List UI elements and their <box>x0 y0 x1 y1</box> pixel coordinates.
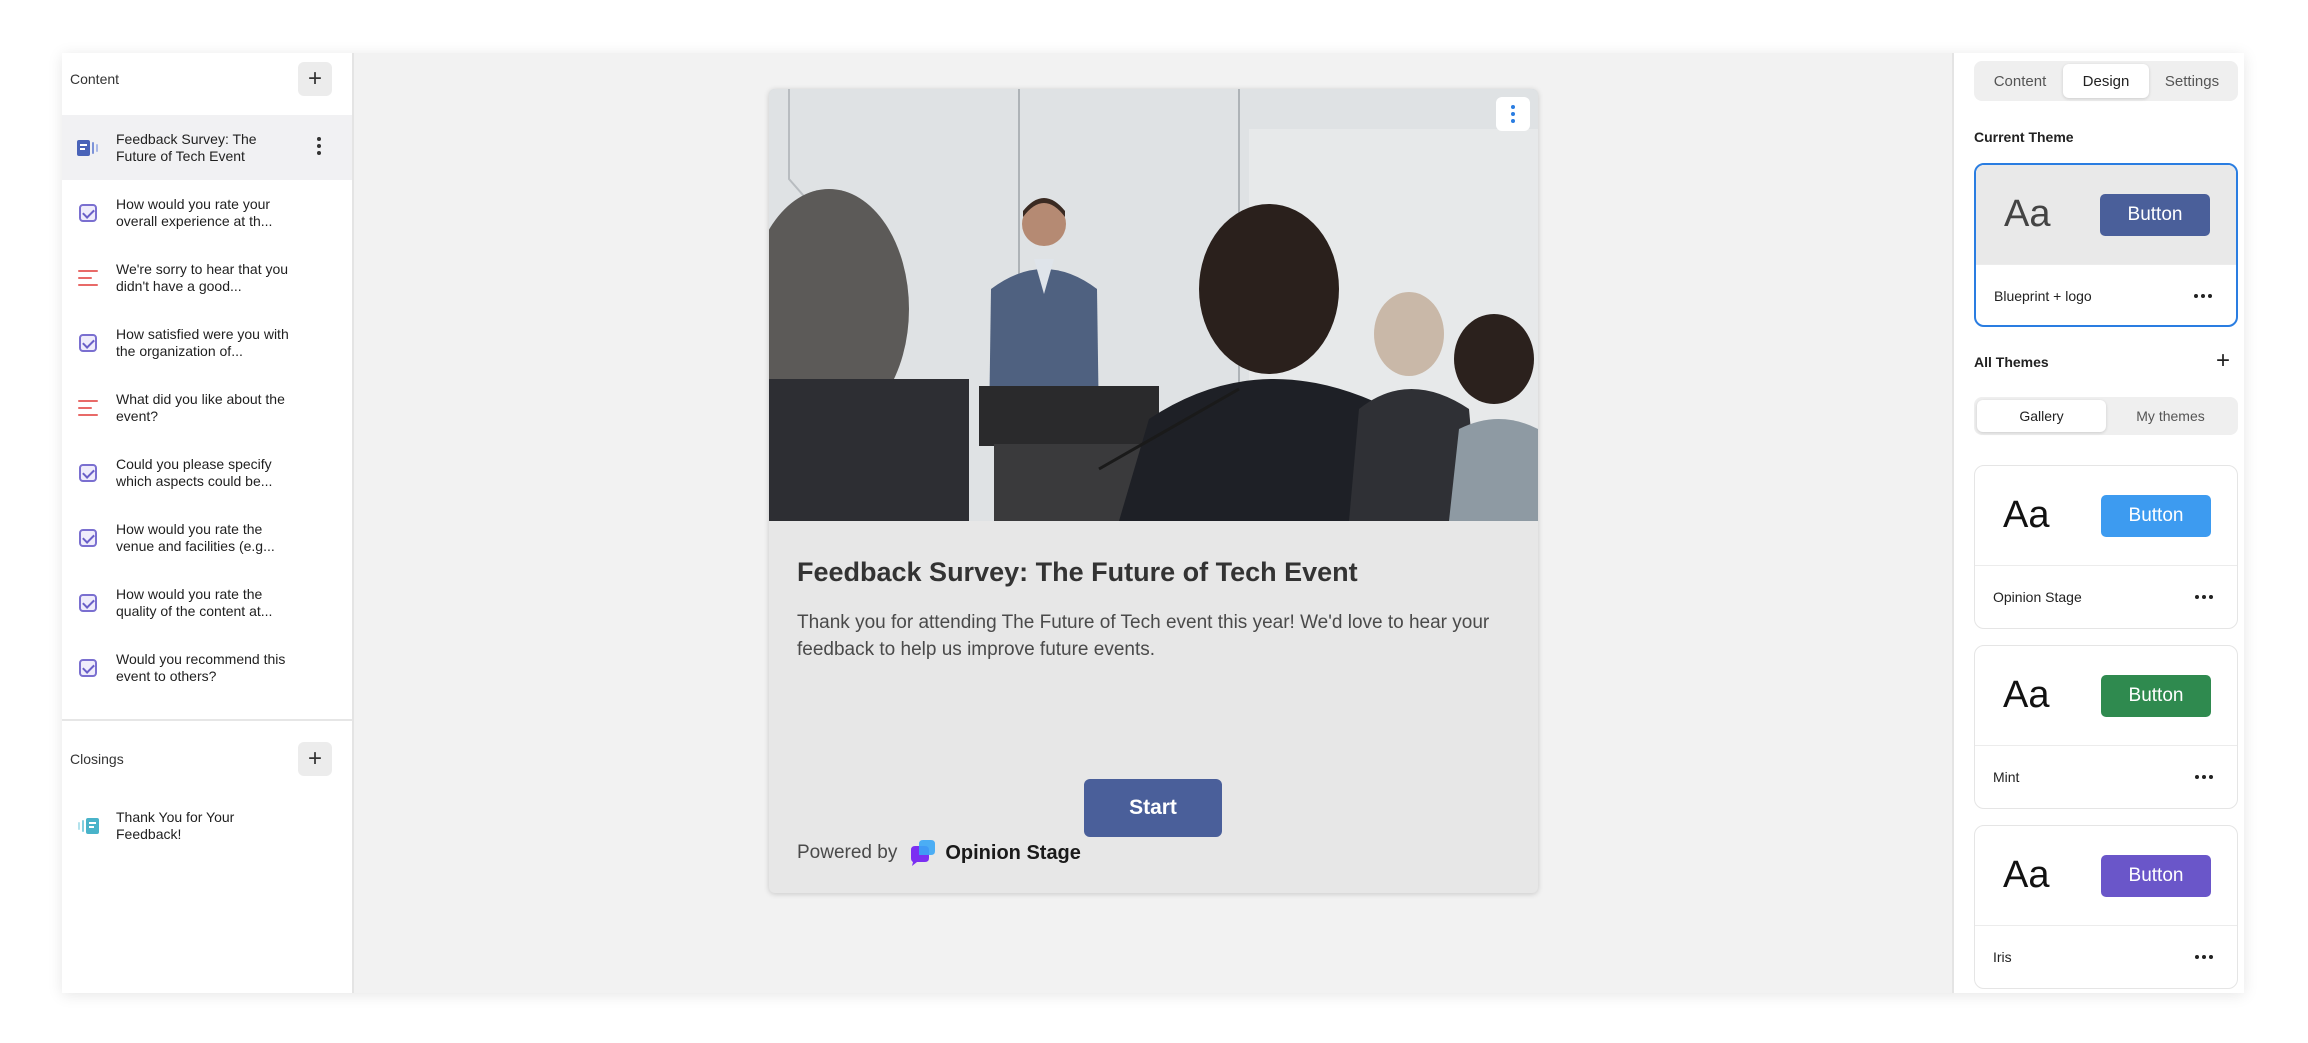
content-item-label: Feedback Survey: The Future of Tech Even… <box>116 130 257 164</box>
checkbox-icon <box>74 199 102 227</box>
checkbox-icon <box>74 654 102 682</box>
content-item-question[interactable]: We're sorry to hear that you didn't have… <box>62 245 352 310</box>
survey-preview-card: Feedback Survey: The Future of Tech Even… <box>769 89 1538 893</box>
content-item-label: What did you like about the event? <box>116 390 285 424</box>
content-item-question[interactable]: How would you rate the quality of the co… <box>62 570 352 635</box>
tab-my-themes[interactable]: My themes <box>2106 400 2235 432</box>
theme-preview: Aa Button <box>1975 646 2237 746</box>
content-item-label: How would you rate your overall experien… <box>116 195 273 229</box>
panel-tabs: Content Design Settings <box>1974 61 2238 101</box>
theme-source-toggle: Gallery My themes <box>1974 397 2238 435</box>
checkbox-icon <box>74 589 102 617</box>
theme-preview: Aa Button <box>1976 165 2236 265</box>
tab-gallery[interactable]: Gallery <box>1977 400 2106 432</box>
theme-more-icon[interactable] <box>2195 775 2213 779</box>
powered-by-text: Powered by <box>797 842 898 863</box>
checkbox-icon <box>74 524 102 552</box>
all-themes-label: All Themes <box>1974 354 2049 370</box>
tab-settings[interactable]: Settings <box>2149 64 2235 98</box>
content-sidebar: Content + Feedback Survey: The Future of… <box>62 53 354 993</box>
content-item-intro[interactable]: Feedback Survey: The Future of Tech Even… <box>62 115 352 180</box>
survey-title: Feedback Survey: The Future of Tech Even… <box>797 557 1358 587</box>
content-item-label: How would you rate the quality of the co… <box>116 585 273 619</box>
theme-more-icon[interactable] <box>2194 294 2212 298</box>
section-divider <box>62 719 352 721</box>
theme-sample-button: Button <box>2100 193 2210 236</box>
start-button[interactable]: Start <box>1084 779 1222 837</box>
theme-footer: Iris <box>1975 926 2237 988</box>
content-section-header: Content + <box>62 53 352 105</box>
intro-icon <box>74 134 102 162</box>
theme-sample-button: Button <box>2101 674 2211 717</box>
theme-footer: Blueprint + logo <box>1976 265 2236 325</box>
theme-sample-text: Aa <box>2004 193 2051 235</box>
theme-card-iris[interactable]: Aa Button Iris <box>1974 825 2238 989</box>
theme-sample-text: Aa <box>2003 494 2050 536</box>
theme-more-icon[interactable] <box>2195 955 2213 959</box>
theme-sample-button: Button <box>2101 494 2211 537</box>
text-lines-icon <box>74 264 102 292</box>
theme-card-opinion-stage[interactable]: Aa Button Opinion Stage <box>1974 465 2238 629</box>
content-item-label: How satisfied were you with the organiza… <box>116 325 289 359</box>
theme-footer: Opinion Stage <box>1975 566 2237 628</box>
theme-name: Mint <box>1993 769 2020 785</box>
content-item-question[interactable]: How would you rate the venue and facilit… <box>62 505 352 570</box>
cover-image <box>769 89 1538 521</box>
tab-design[interactable]: Design <box>2063 64 2149 98</box>
add-theme-icon[interactable]: + <box>2216 347 2230 375</box>
text-lines-icon <box>74 394 102 422</box>
content-list: Feedback Survey: The Future of Tech Even… <box>62 115 352 775</box>
content-section-title: Content <box>70 71 120 87</box>
powered-by[interactable]: Powered by Opinion Stage <box>797 835 1081 871</box>
opinion-stage-brand: Opinion Stage <box>945 841 1081 864</box>
theme-footer: Mint <box>1975 746 2237 808</box>
closing-item-label: Thank You for Your Feedback! <box>116 808 235 842</box>
content-item-label: Would you recommend this event to others… <box>116 650 286 684</box>
theme-name: Opinion Stage <box>1993 589 2082 605</box>
content-item-question[interactable]: What did you like about the event? <box>62 375 352 440</box>
checkbox-icon <box>74 329 102 357</box>
theme-preview: Aa Button <box>1975 466 2237 566</box>
design-panel: Content Design Settings Current Theme Aa… <box>1952 53 2244 993</box>
theme-card-mint[interactable]: Aa Button Mint <box>1974 645 2238 809</box>
closings-section-title: Closings <box>70 751 124 767</box>
theme-name: Blueprint + logo <box>1994 288 2092 304</box>
content-item-question[interactable]: Would you recommend this event to others… <box>62 635 352 700</box>
content-item-question[interactable]: How satisfied were you with the organiza… <box>62 310 352 375</box>
content-item-label: How would you rate the venue and facilit… <box>116 520 275 554</box>
closing-item[interactable]: Thank You for Your Feedback! <box>62 793 352 858</box>
content-item-label: Could you please specify which aspects c… <box>116 455 273 489</box>
opinion-stage-logo-icon <box>911 840 936 866</box>
theme-name: Iris <box>1993 949 2012 965</box>
content-item-question[interactable]: How would you rate your overall experien… <box>62 180 352 245</box>
current-theme-card[interactable]: Aa Button Blueprint + logo <box>1974 163 2238 327</box>
current-theme-label: Current Theme <box>1974 129 2074 145</box>
theme-more-icon[interactable] <box>2195 595 2213 599</box>
theme-sample-button: Button <box>2101 854 2211 897</box>
add-closing-button[interactable]: + <box>298 742 332 776</box>
app-window: Content + Feedback Survey: The Future of… <box>62 53 2244 993</box>
content-item-question[interactable]: Could you please specify which aspects c… <box>62 440 352 505</box>
item-menu-icon[interactable] <box>314 137 324 155</box>
checkbox-icon <box>74 459 102 487</box>
add-content-button[interactable]: + <box>298 62 332 96</box>
closings-section-header: Closings + <box>62 733 352 785</box>
survey-description: Thank you for attending The Future of Te… <box>797 612 1490 660</box>
content-item-label: We're sorry to hear that you didn't have… <box>116 260 289 294</box>
theme-preview: Aa Button <box>1975 826 2237 926</box>
theme-sample-text: Aa <box>2003 854 2050 896</box>
theme-sample-text: Aa <box>2003 674 2050 716</box>
closing-icon <box>74 812 102 840</box>
card-options-icon[interactable] <box>1496 97 1530 131</box>
tab-content[interactable]: Content <box>1977 64 2063 98</box>
